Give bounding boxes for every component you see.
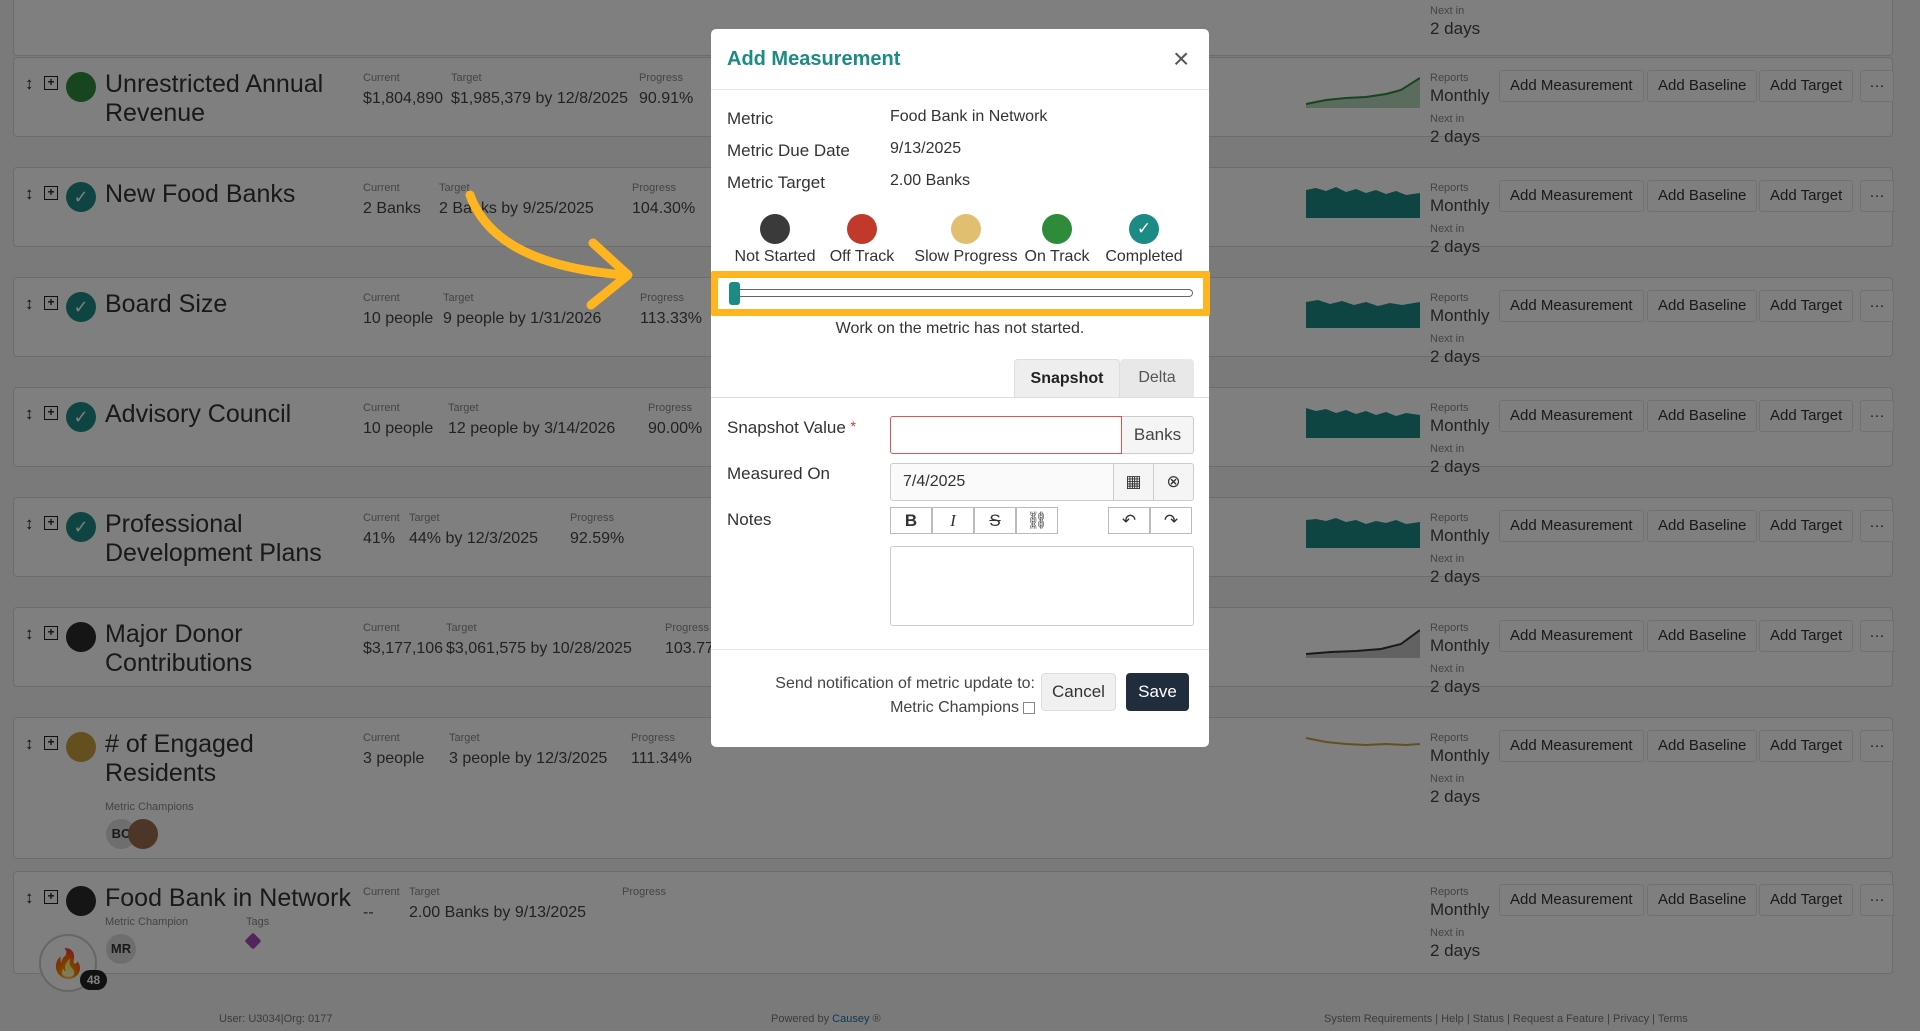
clear-date-icon[interactable]: ⊗ xyxy=(1154,463,1194,501)
metric-due-date-label: Metric Due Date xyxy=(727,141,850,160)
status-option-label: Slow Progress xyxy=(914,248,1018,265)
notification-option: Metric Champions xyxy=(775,696,1035,720)
status-circle-icon xyxy=(760,214,790,244)
modal-title: Add Measurement xyxy=(727,48,901,70)
cancel-button[interactable]: Cancel xyxy=(1041,673,1116,711)
status-option-label: Off Track xyxy=(829,248,895,265)
redo-icon[interactable]: ↷ xyxy=(1150,507,1192,534)
snapshot-value-label-text: Snapshot Value xyxy=(727,418,846,437)
metric-target-value: 2.00 Banks xyxy=(890,172,971,189)
status-description: Work on the metric has not started. xyxy=(835,320,1085,337)
calendar-icon[interactable]: ▦ xyxy=(1114,463,1154,501)
save-button[interactable]: Save xyxy=(1126,673,1189,711)
measured-on-label: Measured On xyxy=(727,464,830,483)
bold-icon[interactable]: B xyxy=(890,507,932,534)
status-circle-icon xyxy=(1042,214,1072,244)
unit-addon: Banks xyxy=(1122,416,1194,454)
status-option-on-track[interactable]: On Track xyxy=(1009,214,1105,266)
snapshot-value-label: Snapshot Value * xyxy=(727,418,856,438)
strikethrough-icon[interactable]: S xyxy=(974,507,1016,534)
metric-champions-option-label: Metric Champions xyxy=(890,699,1019,716)
metric-champions-checkbox[interactable] xyxy=(1023,701,1035,714)
check-icon: ✓ xyxy=(1129,214,1159,244)
highlight-box xyxy=(711,271,1210,316)
status-option-label: Not Started xyxy=(734,248,816,265)
notes-label: Notes xyxy=(727,510,772,529)
metric-value: Food Bank in Network xyxy=(890,108,1048,125)
measured-on-input[interactable]: 7/4/2025 xyxy=(890,463,1114,501)
metric-label: Metric xyxy=(727,109,774,128)
notification-line: Send notification of metric update to: xyxy=(775,675,1035,692)
snapshot-value-input[interactable] xyxy=(890,416,1122,454)
status-option-label: Completed xyxy=(1105,248,1183,265)
metric-due-date-value: 9/13/2025 xyxy=(890,140,962,157)
link-icon[interactable]: ⛓ xyxy=(1016,507,1058,534)
status-option-not-started[interactable]: Not Started xyxy=(727,214,823,266)
modal-footer: Send notification of metric update to: M… xyxy=(711,649,1209,747)
divider xyxy=(711,89,1209,90)
notification-text: Send notification of metric update to: M… xyxy=(775,672,1035,720)
status-option-completed[interactable]: ✓ Completed xyxy=(1096,214,1192,266)
required-marker: * xyxy=(850,418,856,434)
add-measurement-modal: Add Measurement × Metric Food Bank in Ne… xyxy=(711,29,1209,747)
tab-delta[interactable]: Delta xyxy=(1120,359,1194,397)
close-icon[interactable]: × xyxy=(1173,45,1189,73)
undo-icon[interactable]: ↶ xyxy=(1108,507,1150,534)
italic-icon[interactable]: I xyxy=(932,507,974,534)
status-option-label: On Track xyxy=(1024,248,1090,265)
notes-editor[interactable] xyxy=(890,546,1194,626)
status-option-slow-progress[interactable]: Slow Progress xyxy=(911,214,1021,266)
status-circle-icon xyxy=(951,214,981,244)
metric-target-label: Metric Target xyxy=(727,173,825,192)
pointer-arrow-icon xyxy=(465,190,633,310)
divider xyxy=(711,397,1209,398)
status-circle-icon xyxy=(847,214,877,244)
status-option-off-track[interactable]: Off Track xyxy=(814,214,910,266)
tab-snapshot[interactable]: Snapshot xyxy=(1014,359,1120,397)
